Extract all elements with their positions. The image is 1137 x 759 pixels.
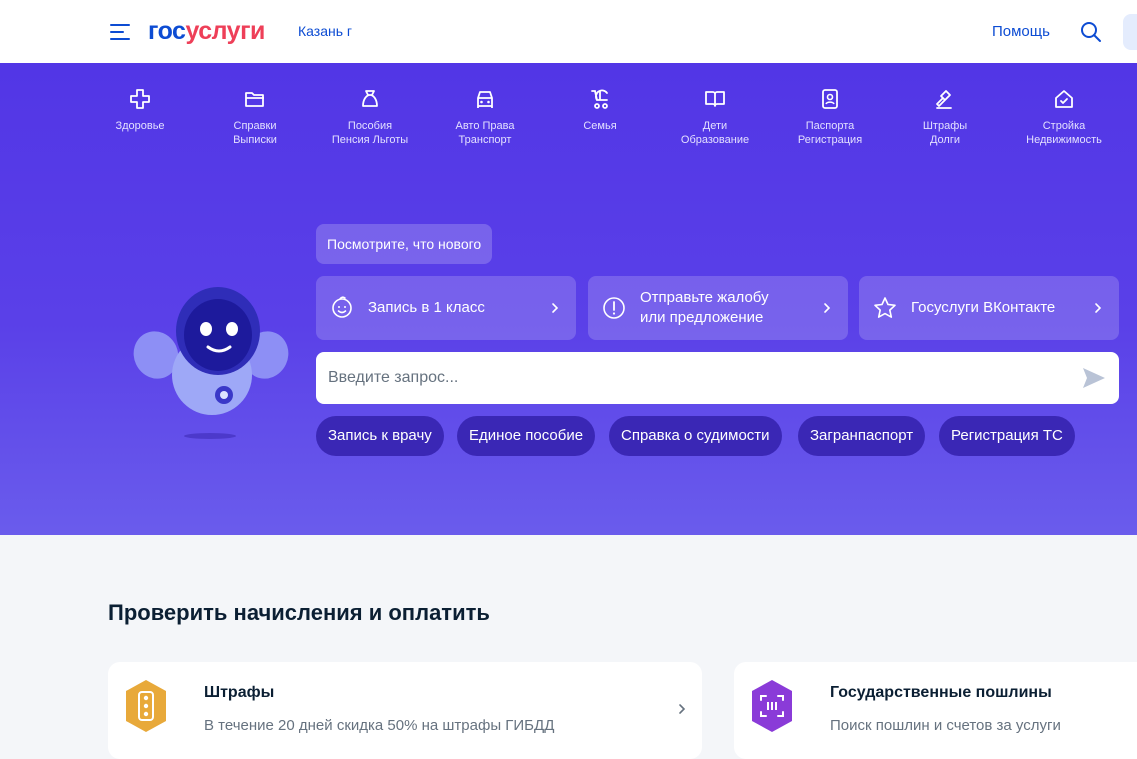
payments-section-title: Проверить начисления и оплатить <box>108 600 490 625</box>
car-icon <box>477 91 493 108</box>
quick-link-vehicle-registration[interactable]: Регистрация ТС <box>939 416 1075 456</box>
category-label-2: Образование <box>680 134 750 146</box>
card-title: Государственные пошлины <box>830 684 1052 701</box>
category-certificates[interactable]: Справки Выписки <box>200 87 310 147</box>
category-passports[interactable]: Паспорта Регистрация <box>775 87 885 147</box>
house-icon <box>1055 90 1073 108</box>
whats-new-button[interactable]: Посмотрите, что нового <box>316 224 493 264</box>
category-label-2: Пенсия Льготы <box>331 134 409 146</box>
stroller-icon <box>591 89 608 109</box>
promo-first-grade[interactable]: Запись в 1 класс <box>316 276 576 340</box>
category-children[interactable]: Дети Образование <box>660 87 770 147</box>
category-family[interactable]: Семья <box>545 87 655 133</box>
category-label: Дети <box>702 120 728 132</box>
category-label: Пособия <box>347 120 393 132</box>
category-label: Здоровье <box>115 120 165 132</box>
send-arrow-icon[interactable] <box>1081 366 1107 390</box>
category-label-2: Недвижимость <box>1026 134 1102 146</box>
promo-line-1: Госуслуги ВКонтакте <box>911 299 1056 316</box>
chevron-right-icon <box>552 303 559 313</box>
promo-label: Госуслуги ВКонтакте <box>911 276 1055 340</box>
category-auto[interactable]: Авто Права Транспорт <box>430 87 540 147</box>
folder-icon <box>245 92 264 107</box>
quick-link-doctor[interactable]: Запись к врачу <box>316 416 444 456</box>
logo-part-gos: гос <box>148 17 186 45</box>
promo-complaint[interactable]: Отправьте жалобу или предложение <box>588 276 848 340</box>
traffic-light-icon <box>126 680 166 732</box>
chevron-right-icon <box>1095 303 1102 313</box>
promo-label: Отправьте жалобу или предложение <box>640 276 769 340</box>
main-search-box <box>316 352 1119 404</box>
plus-cross-icon <box>130 89 150 109</box>
category-label: Стройка <box>1042 120 1086 132</box>
card-subtitle: В течение 20 дней скидка 50% на штрафы Г… <box>204 717 555 734</box>
promo-line-1: Запись в 1 класс <box>368 299 485 316</box>
star-icon <box>874 297 896 318</box>
category-label: Семья <box>583 120 617 132</box>
search-input[interactable] <box>328 352 1068 404</box>
card-title: Штрафы <box>204 684 275 701</box>
category-label-2: Транспорт <box>458 134 512 146</box>
login-button[interactable] <box>1123 14 1137 50</box>
quick-link-unified-benefit[interactable]: Единое пособие <box>457 416 596 456</box>
promo-line-1: Отправьте жалобу <box>640 289 769 306</box>
category-label: Справки <box>233 120 277 132</box>
quick-link-criminal-record[interactable]: Справка о судимости <box>609 416 782 456</box>
category-label: Штрафы <box>922 120 968 132</box>
chevron-right-icon <box>824 303 831 313</box>
card-subtitle: Поиск пошлин и счетов за услуги <box>830 717 1061 734</box>
category-label-2: Регистрация <box>797 134 863 146</box>
search-icon[interactable] <box>1079 20 1103 44</box>
money-bag-icon <box>362 90 378 107</box>
quick-link-foreign-passport[interactable]: Загранпаспорт <box>798 416 926 456</box>
promo-label: Запись в 1 класс <box>368 276 485 340</box>
help-link[interactable]: Помощь <box>992 23 1050 40</box>
category-fines[interactable]: Штрафы Долги <box>890 87 1000 147</box>
logo-part-uslugi: услуги <box>185 17 265 45</box>
category-label: Авто Права <box>455 120 515 132</box>
state-duties-card[interactable]: Государственные пошлины Поиск пошлин и с… <box>734 662 1137 759</box>
hero-section: Здоровье Справки Выписки Пособия Пенсия … <box>0 63 1137 535</box>
child-face-icon <box>332 296 352 318</box>
promo-line-2: или предложение <box>640 309 764 326</box>
exclamation-circle-icon <box>603 297 625 319</box>
category-label: Паспорта <box>805 120 855 132</box>
gavel-icon <box>936 90 952 109</box>
category-health[interactable]: Здоровье <box>85 87 195 133</box>
fines-card[interactable]: Штрафы В течение 20 дней скидка 50% на ш… <box>108 662 702 759</box>
category-benefits[interactable]: Пособия Пенсия Льготы <box>315 87 425 147</box>
gosuslugi-logo[interactable]: госуслуги <box>148 16 265 46</box>
menu-burger-icon[interactable] <box>110 24 130 40</box>
category-label-2: Долги <box>929 134 961 146</box>
barcode-scan-icon <box>752 680 792 732</box>
city-selector[interactable]: Казань г <box>298 23 352 39</box>
robot-mascot-icon <box>133 287 289 439</box>
category-construction[interactable]: Стройка Недвижимость <box>1009 87 1119 147</box>
passport-icon <box>822 89 838 109</box>
book-icon <box>705 91 725 107</box>
top-header: госуслуги Казань г Помощь <box>0 0 1137 63</box>
category-label-2: Выписки <box>233 134 277 146</box>
chevron-right-icon <box>679 704 686 714</box>
promo-vkontakte[interactable]: Госуслуги ВКонтакте <box>859 276 1119 340</box>
